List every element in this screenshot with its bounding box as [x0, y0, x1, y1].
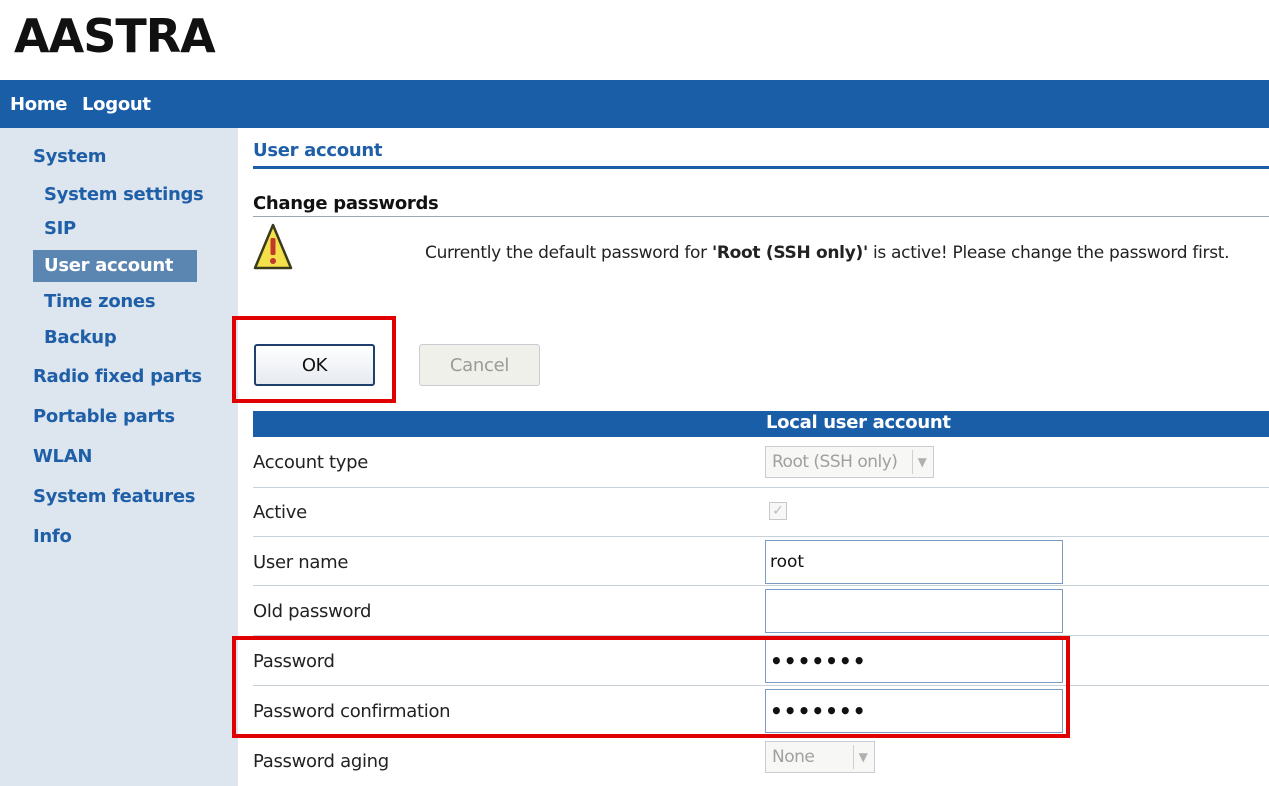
row-divider: [253, 585, 1269, 586]
active-checkbox[interactable]: ✓: [769, 502, 787, 520]
account-type-value: Root (SSH only): [772, 452, 898, 472]
check-icon: ✓: [772, 503, 784, 519]
sidebar-item-user-account[interactable]: User account: [33, 250, 197, 282]
logout-link[interactable]: Logout: [82, 94, 151, 115]
sidebar: System System settings SIP User account …: [0, 128, 238, 786]
top-nav-bar: Home Logout: [0, 80, 1269, 128]
cancel-button[interactable]: Cancel: [419, 344, 540, 386]
password-aging-value: None: [772, 747, 815, 767]
warning-text-suffix: is active! Please change the password fi…: [867, 243, 1230, 263]
sidebar-item-system-settings[interactable]: System settings: [44, 184, 204, 205]
sidebar-item-radio-fixed-parts[interactable]: Radio fixed parts: [33, 366, 202, 387]
table-header-title: Local user account: [766, 412, 951, 433]
password-highlight-box: [232, 636, 1070, 738]
sidebar-item-time-zones[interactable]: Time zones: [44, 291, 156, 312]
sidebar-item-sip[interactable]: SIP: [44, 218, 76, 239]
title-divider: [253, 166, 1269, 169]
svg-text:AASTRA: AASTRA: [14, 9, 216, 63]
sidebar-item-backup[interactable]: Backup: [44, 327, 117, 348]
row-divider: [253, 487, 1269, 488]
old-password-label: Old password: [253, 601, 372, 622]
account-type-label: Account type: [253, 452, 369, 473]
sidebar-item-system-features[interactable]: System features: [33, 486, 195, 507]
default-password-warning: Currently the default password for 'Root…: [425, 243, 1230, 263]
section-divider: [253, 216, 1269, 217]
page-title: User account: [253, 140, 383, 161]
aastra-logo: AASTRA: [14, 9, 217, 63]
sidebar-item-wlan[interactable]: WLAN: [33, 446, 92, 467]
user-name-label: User name: [253, 552, 349, 573]
chevron-down-icon: ▼: [853, 745, 872, 769]
account-type-select[interactable]: Root (SSH only) ▼: [765, 446, 934, 478]
ok-highlight-box: [232, 316, 396, 403]
old-password-input[interactable]: [765, 589, 1063, 633]
password-aging-label: Password aging: [253, 751, 389, 772]
section-heading-change-passwords: Change passwords: [253, 193, 439, 214]
password-aging-select[interactable]: None ▼: [765, 741, 875, 773]
sidebar-item-portable-parts[interactable]: Portable parts: [33, 406, 175, 427]
chevron-down-icon: ▼: [912, 450, 931, 474]
table-header: Local user account: [253, 411, 1269, 437]
sidebar-item-info[interactable]: Info: [33, 526, 72, 547]
warning-account-name: 'Root (SSH only)': [711, 243, 868, 263]
warning-icon: [253, 223, 293, 270]
user-name-input[interactable]: root: [765, 540, 1063, 584]
row-divider: [253, 536, 1269, 537]
home-link[interactable]: Home: [10, 94, 68, 115]
sidebar-item-system[interactable]: System: [33, 146, 106, 167]
warning-text-prefix: Currently the default password for: [425, 243, 712, 263]
active-label: Active: [253, 502, 307, 523]
